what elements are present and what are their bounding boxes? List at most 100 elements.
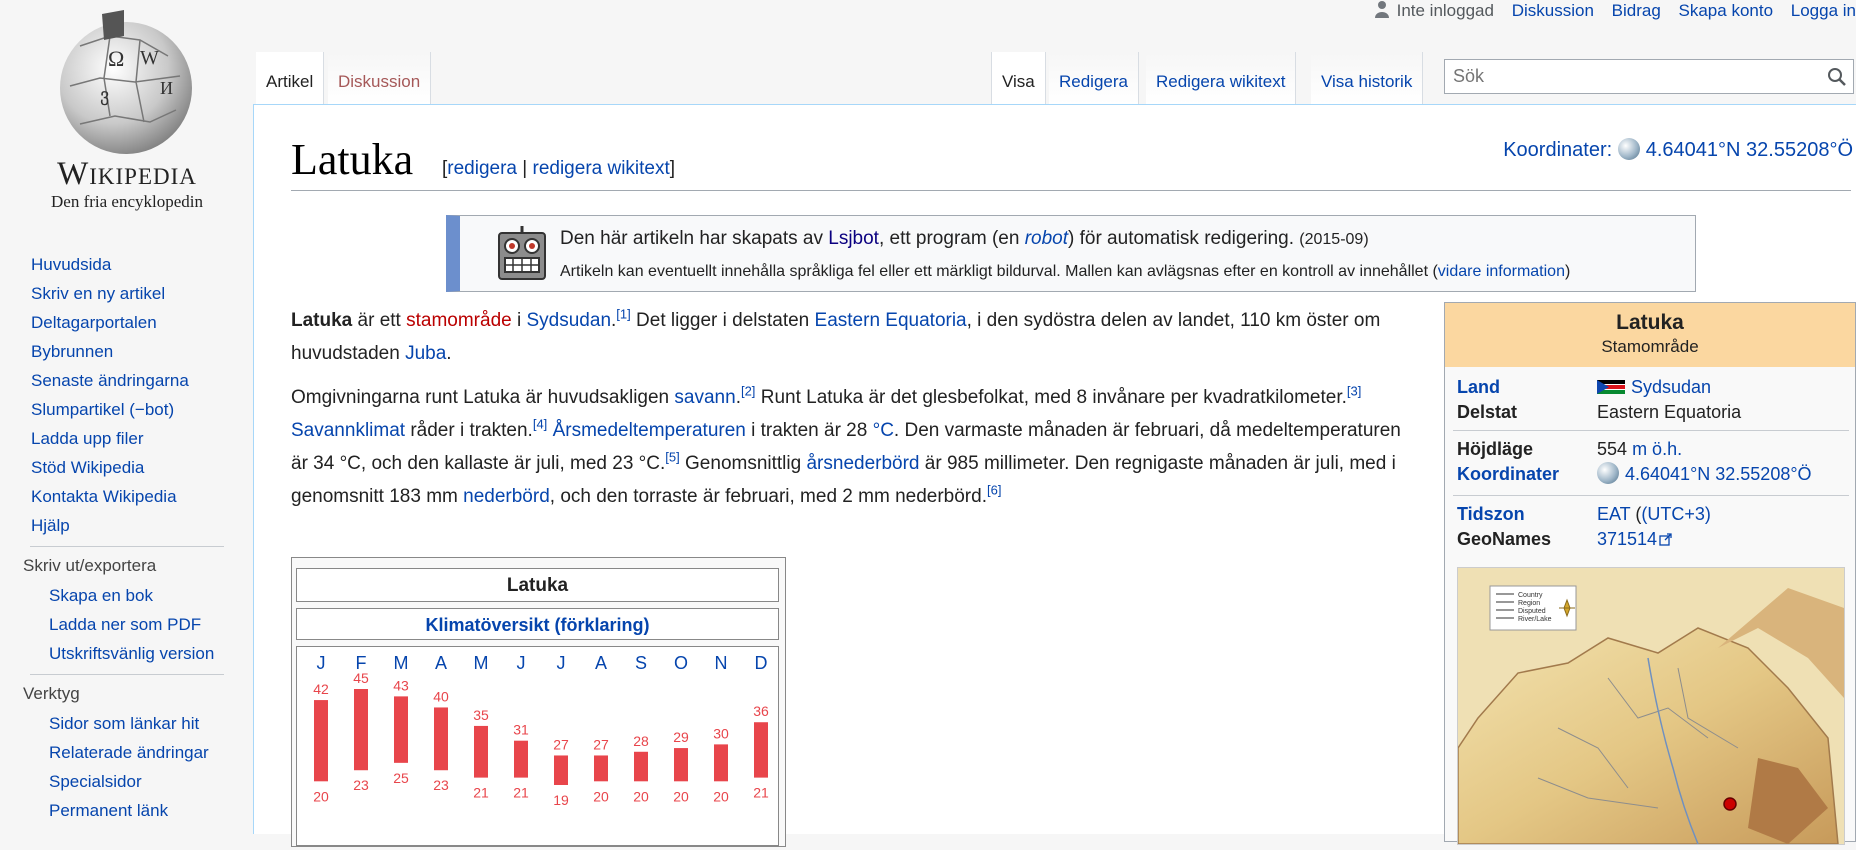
infobox-title: Latuka bbox=[1616, 311, 1684, 334]
nav-permanent-link[interactable]: Permanent länk bbox=[0, 796, 254, 825]
nav-download-pdf[interactable]: Ladda ner som PDF bbox=[0, 610, 254, 639]
month-label: J bbox=[317, 653, 326, 673]
infobox-divider bbox=[1453, 495, 1849, 496]
infobox-coordinates-link[interactable]: 4.64041°N 32.55208°Ö bbox=[1625, 464, 1812, 484]
search-box[interactable] bbox=[1444, 59, 1854, 94]
nav-main-page[interactable]: Huvudsida bbox=[0, 250, 254, 279]
nav-recent-changes[interactable]: Senaste ändringarna bbox=[0, 366, 254, 395]
link-savann[interactable]: savann bbox=[674, 387, 735, 408]
nav-related-changes[interactable]: Relaterade ändringar bbox=[0, 738, 254, 767]
low-temperature-label: 21 bbox=[473, 785, 489, 801]
create-account-link[interactable]: Skapa konto bbox=[1679, 1, 1774, 20]
nav-special-pages[interactable]: Specialsidor bbox=[0, 767, 254, 796]
high-temperature-label: 35 bbox=[473, 707, 489, 723]
nav-donate[interactable]: Stöd Wikipedia bbox=[0, 453, 254, 482]
link-celsius[interactable]: °C bbox=[873, 420, 894, 441]
tab-edit-source[interactable]: Redigera wikitext bbox=[1146, 52, 1297, 104]
land-label-link[interactable]: Land bbox=[1457, 374, 1500, 400]
ref-2[interactable]: [2] bbox=[741, 384, 755, 399]
month-label: A bbox=[595, 653, 607, 673]
external-link-icon bbox=[1659, 533, 1672, 546]
tab-edit[interactable]: Redigera bbox=[1049, 52, 1139, 104]
nav-create-book[interactable]: Skapa en bok bbox=[0, 581, 254, 610]
timezone-label-link[interactable]: Tidszon bbox=[1457, 501, 1525, 527]
high-temperature-label: 40 bbox=[433, 688, 449, 704]
wikipedia-logo[interactable]: Ω W И ვ Wikipedia Den fria encyklopedin bbox=[0, 0, 254, 220]
climate-overview-link[interactable]: Klimatöversikt bbox=[425, 615, 549, 635]
coordinates-value[interactable]: 4.64041°N 32.55208°Ö bbox=[1646, 139, 1853, 161]
coordinates-label-link[interactable]: Koordinater bbox=[1457, 461, 1559, 487]
svg-text:Country: Country bbox=[1518, 592, 1543, 599]
search-input[interactable] bbox=[1451, 60, 1815, 93]
geonames-link[interactable]: 371514 bbox=[1597, 529, 1657, 549]
eat-link[interactable]: EAT bbox=[1597, 504, 1630, 524]
puzzle-globe-icon: Ω W И ვ bbox=[60, 10, 192, 154]
nav-new-article[interactable]: Skriv en ny artikel bbox=[0, 279, 254, 308]
terrain-map-image: Country Region Disputed River/Lake bbox=[1458, 568, 1844, 844]
high-temperature-label: 45 bbox=[353, 670, 369, 686]
high-temperature-label: 28 bbox=[633, 733, 649, 749]
robot-link[interactable]: robot bbox=[1025, 228, 1068, 249]
month-label: S bbox=[635, 653, 647, 673]
globe-icon[interactable] bbox=[1597, 462, 1619, 484]
month-label: J bbox=[557, 653, 566, 673]
location-map[interactable]: Country Region Disputed River/Lake bbox=[1457, 567, 1845, 845]
search-icon[interactable] bbox=[1827, 67, 1847, 87]
climate-chart-svg: J4220F4523M4325A4023M3521J3121J2719A2720… bbox=[313, 653, 769, 808]
nav-printable-version[interactable]: Utskriftsvänlig version bbox=[0, 639, 254, 668]
intro-paragraph: Latuka är ett stamområde i Sydsudan.[1] … bbox=[291, 306, 1381, 364]
svg-text:Disputed: Disputed bbox=[1518, 608, 1546, 615]
ref-1[interactable]: [1] bbox=[616, 307, 630, 322]
login-link[interactable]: Logga in bbox=[1791, 1, 1856, 20]
ref-3[interactable]: [3] bbox=[1347, 384, 1361, 399]
link-arsnederbord[interactable]: årsnederbörd bbox=[806, 453, 919, 474]
infobox-row-geonames: GeoNames 371514 bbox=[1457, 526, 1847, 552]
climate-title: Latuka bbox=[296, 568, 779, 602]
ref-6[interactable]: [6] bbox=[987, 483, 1001, 498]
tab-talk[interactable]: Diskussion bbox=[328, 52, 432, 104]
utc-link[interactable]: (UTC+3) bbox=[1641, 504, 1711, 524]
title-coordinates[interactable]: Koordinater: 4.64041°N 32.55208°Ö bbox=[1503, 138, 1853, 162]
link-eastern-equatoria[interactable]: Eastern Equatoria bbox=[815, 310, 967, 331]
link-savannklimat[interactable]: Savannklimat bbox=[291, 420, 405, 441]
nav-community-portal[interactable]: Deltagarportalen bbox=[0, 308, 254, 337]
link-stamomrade[interactable]: stamområde bbox=[406, 310, 512, 331]
link-arsmedeltemperaturen[interactable]: Årsmedeltemperaturen bbox=[553, 420, 746, 441]
high-temperature-label: 43 bbox=[393, 677, 409, 693]
nav-village-pump[interactable]: Bybrunnen bbox=[0, 337, 254, 366]
climate-explanation-link[interactable]: förklaring bbox=[561, 615, 644, 635]
nav-what-links-here[interactable]: Sidor som länkar hit bbox=[0, 709, 254, 738]
user-talk-link[interactable]: Diskussion bbox=[1512, 1, 1594, 20]
lsjbot-link[interactable]: Lsjbot bbox=[828, 228, 879, 249]
nav-random-article[interactable]: Slumpartikel (−bot) bbox=[0, 395, 254, 424]
globe-icon[interactable] bbox=[1617, 138, 1640, 160]
page-title: Latuka bbox=[291, 135, 414, 184]
edit-source-link[interactable]: redigera wikitext bbox=[533, 158, 670, 179]
edit-link[interactable]: redigera bbox=[447, 158, 517, 179]
land-value-link[interactable]: Sydsudan bbox=[1631, 377, 1711, 397]
more-information-link[interactable]: vidare information bbox=[1438, 263, 1565, 280]
high-temperature-label: 31 bbox=[513, 722, 529, 738]
infobox-subtitle: Stamområde bbox=[1601, 337, 1699, 356]
tab-history[interactable]: Visa historik bbox=[1311, 52, 1424, 104]
high-temperature-label: 27 bbox=[553, 736, 569, 752]
user-icon bbox=[1374, 1, 1389, 18]
ref-4[interactable]: [4] bbox=[533, 417, 547, 432]
coordinates-label: Koordinater: bbox=[1503, 139, 1613, 161]
month-label: D bbox=[755, 653, 768, 673]
nav-help[interactable]: Hjälp bbox=[0, 511, 254, 540]
nav-upload-files[interactable]: Ladda upp filer bbox=[0, 424, 254, 453]
tab-article[interactable]: Artikel bbox=[256, 52, 325, 104]
svg-text:Ω: Ω bbox=[108, 46, 124, 71]
elevation-unit-link[interactable]: m ö.h. bbox=[1632, 439, 1682, 459]
nav-contact[interactable]: Kontakta Wikipedia bbox=[0, 482, 254, 511]
low-temperature-label: 20 bbox=[713, 788, 729, 804]
link-nederbord[interactable]: nederbörd bbox=[463, 486, 550, 507]
ref-5[interactable]: [5] bbox=[665, 450, 679, 465]
month-label: J bbox=[517, 653, 526, 673]
link-sydsudan[interactable]: Sydsudan bbox=[527, 310, 612, 331]
link-juba[interactable]: Juba bbox=[405, 343, 446, 364]
tab-read[interactable]: Visa bbox=[991, 52, 1046, 104]
contributions-link[interactable]: Bidrag bbox=[1612, 1, 1661, 20]
temperature-bar bbox=[394, 696, 408, 763]
